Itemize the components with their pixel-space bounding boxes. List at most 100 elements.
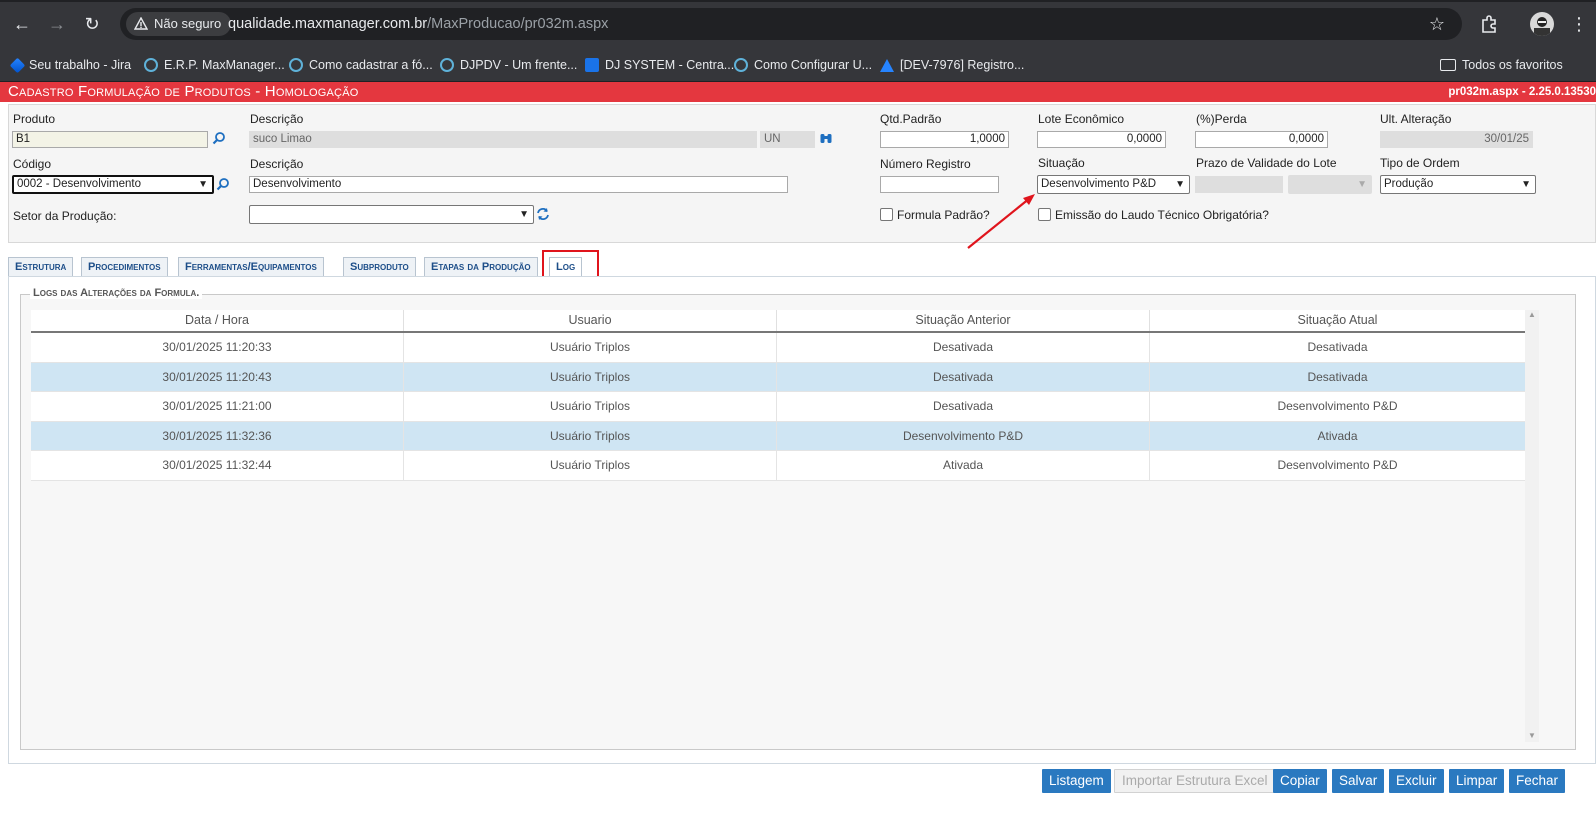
setor-producao-select[interactable]: ▼ <box>249 205 534 224</box>
tab-procedimentos[interactable]: Procedimentos <box>81 257 168 277</box>
column-header-data-hora[interactable]: Data / Hora <box>31 310 404 331</box>
binoculars-icon[interactable] <box>819 131 833 145</box>
extensions-icon[interactable] <box>1478 12 1502 36</box>
limpar-button[interactable]: Limpar <box>1449 769 1505 793</box>
bookmark-configurar[interactable]: Como Configurar U... <box>734 54 872 76</box>
descricao-label: Descrição <box>250 157 304 171</box>
codigo-select[interactable]: 0002 - Desenvolvimento ▼ <box>12 175 214 194</box>
situacao-value: Desenvolvimento P&D <box>1041 178 1157 190</box>
numero-registro-label: Número Registro <box>880 157 971 171</box>
copiar-button[interactable]: Copiar <box>1273 769 1327 793</box>
ult-alteracao-label: Ult. Alteração <box>1380 112 1452 126</box>
reload-icon[interactable]: ↻ <box>78 10 106 38</box>
security-label: Não seguro <box>154 16 222 31</box>
cell-data-hora: 30/01/2025 11:20:33 <box>31 333 404 362</box>
cell-situacao-atual: Desativada <box>1307 340 1368 354</box>
bookmark-cadastrar[interactable]: Como cadastrar a fó... <box>289 54 433 76</box>
url-path: /MaxProducao/pr032m.aspx <box>427 16 609 32</box>
table-row[interactable]: 30/01/2025 11:32:36 Usuário Triplos Dese… <box>31 421 1525 451</box>
refresh-icon[interactable] <box>536 207 550 221</box>
cell-situacao-atual: Desenvolvimento P&D <box>1277 399 1398 413</box>
salvar-button[interactable]: Salvar <box>1332 769 1385 793</box>
search-icon[interactable] <box>212 131 226 145</box>
all-favorites[interactable]: Todos os favoritos <box>1440 54 1563 76</box>
tab-ferramentas[interactable]: Ferramentas/Equipamentos <box>178 257 324 277</box>
back-arrow-icon[interactable]: ← <box>8 10 36 38</box>
produto-input[interactable]: B1 <box>12 131 208 148</box>
url-host: qualidade.maxmanager.com.br <box>228 16 428 32</box>
bookmark-label: E.R.P. MaxManager... <box>164 58 285 72</box>
cell-usuario: Usuário Triplos <box>404 362 777 392</box>
table-row[interactable]: 30/01/2025 11:32:44 Usuário Triplos Ativ… <box>31 451 1525 481</box>
tipo-ordem-label: Tipo de Ordem <box>1380 156 1460 170</box>
ult-alteracao-input: 30/01/25 <box>1380 131 1533 148</box>
descricao-produto-label: Descrição <box>250 112 304 126</box>
bookmark-dev-7976[interactable]: [DEV-7976] Registro... <box>880 54 1024 76</box>
globe-icon <box>144 58 158 72</box>
formula-padrao-checkbox[interactable] <box>880 208 893 221</box>
log-legend: Logs das Alterações da Formula. <box>30 287 203 299</box>
bookmark-erp[interactable]: E.R.P. MaxManager... <box>144 54 285 76</box>
excluir-button[interactable]: Excluir <box>1389 769 1444 793</box>
fechar-button[interactable]: Fechar <box>1509 769 1566 793</box>
cell-situacao-anterior: Desativada <box>777 362 1150 392</box>
browser-menu-icon[interactable]: ⋮ <box>1570 12 1588 36</box>
bookmark-djsystem[interactable]: DJ SYSTEM - Centra... <box>585 54 734 76</box>
perda-input[interactable]: 0,0000 <box>1195 131 1328 148</box>
bookmark-djpdv[interactable]: DJPDV - Um frente... <box>440 54 577 76</box>
prazo-validade-label: Prazo de Validade do Lote <box>1196 156 1337 170</box>
tab-subproduto[interactable]: Subproduto <box>343 257 416 277</box>
prazo-unidade-select: ▼ <box>1288 175 1372 194</box>
bookmark-star-icon[interactable]: ☆ <box>1425 12 1449 36</box>
bookmark-label: Seu trabalho - Jira <box>29 58 132 72</box>
perda-label: (%)Perda <box>1196 112 1247 126</box>
listagem-button[interactable]: Listagem <box>1042 769 1111 793</box>
cell-situacao-atual: Desativada <box>1307 369 1368 384</box>
setor-producao-label: Setor da Produção: <box>13 209 117 223</box>
tab-strip <box>0 0 1596 2</box>
table-row[interactable]: 30/01/2025 11:20:43 Usuário Triplos Desa… <box>31 362 1525 392</box>
security-chip[interactable]: Não seguro <box>126 12 232 36</box>
cell-situacao-anterior: Ativada <box>777 451 1150 480</box>
address-bar[interactable]: Não seguro qualidade.maxmanager.com.br/M… <box>120 8 1462 40</box>
cell-data-hora: 30/01/2025 11:32:36 <box>31 421 404 451</box>
dj-system-icon <box>585 58 599 72</box>
bookmark-jira[interactable]: Seu trabalho - Jira <box>9 54 132 76</box>
tab-estrutura[interactable]: Estrutura <box>8 257 74 277</box>
qtd-padrao-input[interactable]: 1,0000 <box>880 131 1009 148</box>
url-text[interactable]: qualidade.maxmanager.com.br/MaxProducao/… <box>228 8 608 40</box>
tipo-ordem-select[interactable]: Produção ▼ <box>1380 175 1536 194</box>
column-header-situacao-atual[interactable]: Situação Atual <box>1150 310 1525 331</box>
unit-input: UN <box>760 131 815 148</box>
app-title-bar: Cadastro Formulação de Produtos - Homolo… <box>0 82 1596 102</box>
log-table: Data / Hora Usuario Situação Anterior Si… <box>31 310 1525 481</box>
forward-arrow-icon[interactable]: → <box>43 10 71 38</box>
scroll-up-icon[interactable]: ▲ <box>1525 310 1539 319</box>
cell-usuario: Usuário Triplos <box>404 392 777 421</box>
cell-situacao-anterior: Desenvolvimento P&D <box>777 421 1150 451</box>
situacao-select[interactable]: Desenvolvimento P&D ▼ <box>1037 175 1190 194</box>
cell-situacao-anterior: Desativada <box>777 333 1150 362</box>
cell-situacao-atual: Desenvolvimento P&D <box>1277 458 1398 472</box>
profile-avatar[interactable] <box>1530 12 1554 36</box>
chevron-down-icon: ▼ <box>198 179 208 190</box>
search-icon[interactable] <box>216 177 230 191</box>
cell-usuario: Usuário Triplos <box>404 421 777 451</box>
tab-etapas-producao[interactable]: Etapas da Produção <box>424 257 538 277</box>
scroll-down-icon[interactable]: ▼ <box>1525 731 1539 740</box>
bookmark-label: [DEV-7976] Registro... <box>900 58 1025 72</box>
table-row[interactable]: 30/01/2025 11:21:00 Usuário Triplos Desa… <box>31 392 1525 422</box>
codigo-label: Código <box>13 157 52 171</box>
importar-estrutura-button[interactable]: Importar Estrutura Excel <box>1114 769 1276 793</box>
column-header-situacao-anterior[interactable]: Situação Anterior <box>777 310 1150 331</box>
table-scrollbar[interactable]: ▲ ▼ <box>1525 310 1539 742</box>
all-favorites-label: Todos os favoritos <box>1462 58 1563 72</box>
cell-usuario: Usuário Triplos <box>404 333 777 362</box>
column-header-usuario[interactable]: Usuario <box>404 310 777 331</box>
chevron-down-icon: ▼ <box>519 209 529 220</box>
lote-economico-input[interactable]: 0,0000 <box>1037 131 1166 148</box>
cell-usuario: Usuário Triplos <box>404 451 777 480</box>
descricao-input[interactable]: Desenvolvimento <box>249 176 788 193</box>
table-row[interactable]: 30/01/2025 11:20:33 Usuário Triplos Desa… <box>31 333 1525 363</box>
bookmark-label: DJPDV - Um frente... <box>460 58 578 72</box>
